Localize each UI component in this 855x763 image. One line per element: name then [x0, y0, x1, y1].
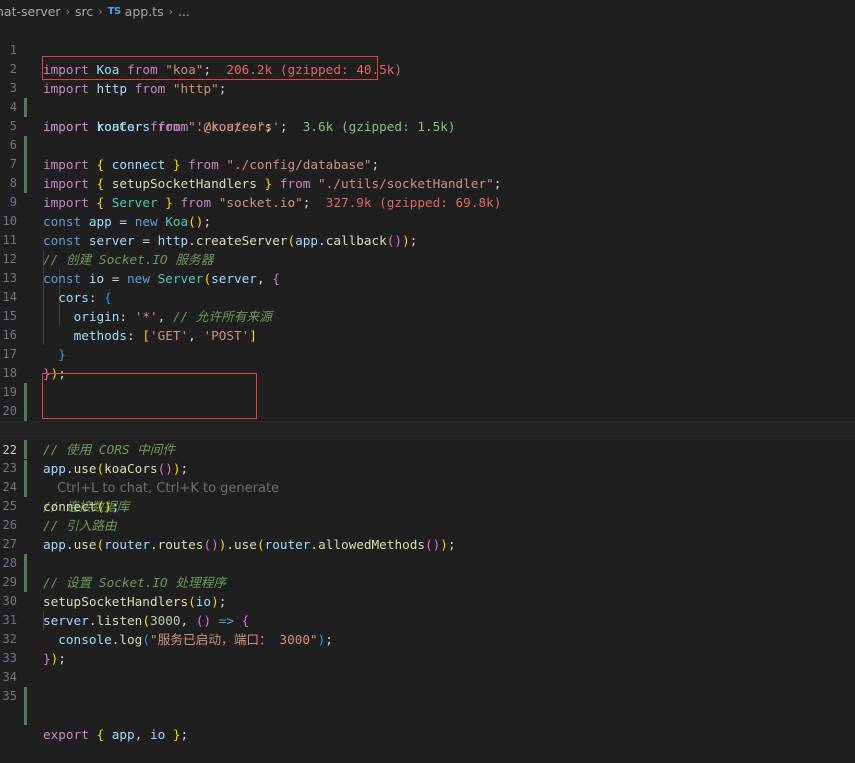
code-line[interactable]: 6 import { setupSocketHandlers } from ".…	[0, 117, 855, 191]
git-modified-marker	[24, 706, 27, 725]
chevron-right-icon: ›	[65, 4, 70, 18]
breadcrumb-folder-src[interactable]: src	[75, 4, 93, 19]
breadcrumb-symbols[interactable]: ...	[178, 4, 190, 19]
chevron-right-icon: ›	[168, 4, 173, 18]
code-line[interactable]: 2 import http from "http";	[0, 41, 855, 96]
code-line[interactable]: 8	[0, 155, 855, 190]
code-line[interactable]: 16 }	[0, 307, 855, 362]
code-line[interactable]: 4 import router from "./routes";	[0, 79, 855, 134]
code-line[interactable]: 25 // 引入路由	[0, 478, 855, 533]
chevron-right-icon: ›	[98, 4, 103, 18]
code-line[interactable]: 3 import koaCors from '@koa/cors'; 3.6k …	[0, 60, 855, 134]
code-line[interactable]: 29	[0, 554, 855, 589]
code-line[interactable]: 28 setupSocketHandlers(io);	[0, 535, 855, 609]
code-line[interactable]: 24 connect();	[0, 459, 855, 514]
breadcrumb-folder-root[interactable]: hat-server	[0, 4, 61, 19]
code-line[interactable]: 10 const server = http.createServer(app.…	[0, 193, 855, 248]
code-line[interactable]: 5 import { connect } from "./config/data…	[0, 98, 855, 172]
code-line[interactable]: 18	[0, 345, 855, 402]
code-line[interactable]: 17 });	[0, 326, 855, 381]
code-line[interactable]: 21 app.use(koaCors());	[0, 402, 855, 476]
code-line[interactable]: 11 // 创建 Socket.IO 服务器	[0, 212, 855, 267]
code-line[interactable]: 9 const app = new Koa();	[0, 174, 855, 229]
code-line[interactable]: 7 import { Server } from "socket.io"; 32…	[0, 136, 855, 210]
code-line[interactable]: 27 // 设置 Socket.IO 处理程序	[0, 516, 855, 590]
code-line[interactable]: 34	[0, 649, 855, 706]
code-editor[interactable]: 1 import Koa from "koa"; 206.2k (gzipped…	[0, 22, 855, 742]
code-line[interactable]: 33	[0, 630, 855, 665]
code-line[interactable]: 20 // 使用 CORS 中间件	[0, 383, 855, 457]
code-line[interactable]: 23 // 连接数据库	[0, 440, 855, 514]
code-line[interactable]: 19	[0, 364, 855, 421]
code-line[interactable]: 15 methods: ['GET', 'POST']	[0, 288, 855, 343]
typescript-file-icon: TS	[107, 5, 122, 17]
code-line[interactable]: 35 export { app, io };	[0, 668, 855, 742]
code-line[interactable]: 30 server.listen(3000, () => {	[0, 573, 855, 628]
line-number: 35	[2, 689, 17, 703]
code-line[interactable]: 14 origin: '*', // 允许所有来源	[0, 269, 855, 324]
code-line[interactable]: 12 const io = new Server(server, {	[0, 231, 855, 286]
code-line-current[interactable]: 22 Ctrl+L to chat, Ctrl+K to generate	[0, 421, 855, 496]
code-line[interactable]: 1 import Koa from "koa"; 206.2k (gzipped…	[0, 22, 855, 77]
code-line[interactable]: 32 });	[0, 611, 855, 666]
code-content: export { app, io };	[43, 727, 189, 742]
code-line[interactable]: 31 console.log("服务已启动，端口： 3000");	[0, 592, 855, 647]
code-line[interactable]: 26 app.use(router.routes()).use(router.a…	[0, 497, 855, 552]
breadcrumb-file[interactable]: app.ts	[125, 4, 164, 19]
code-line[interactable]: 13 cors: {	[0, 250, 855, 305]
breadcrumb: hat-server › src › TS app.ts › ...	[0, 0, 855, 22]
